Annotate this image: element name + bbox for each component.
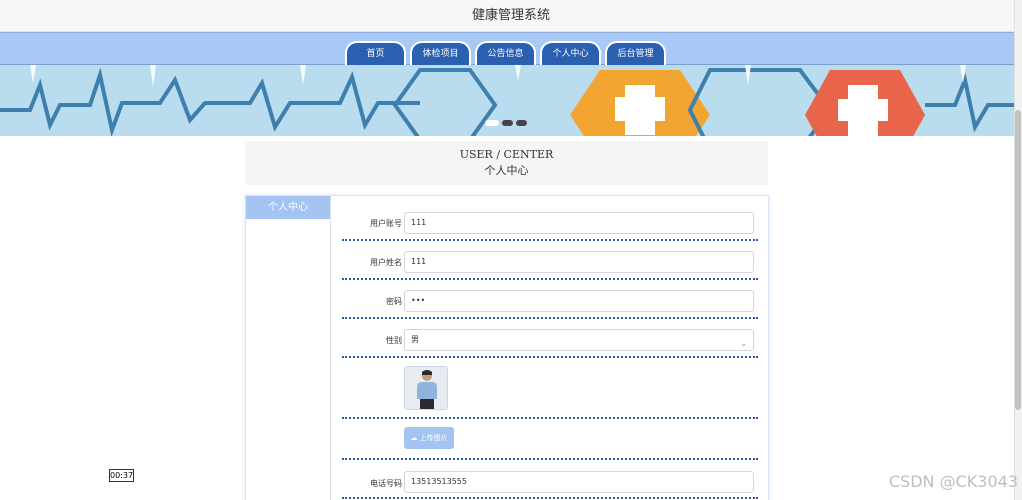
user-center-panel: 个人中心 用户账号 111 用户姓名 111 密码 ••• 性别 男 ⌄ ☁ 上… [245, 195, 769, 500]
user-center-title-en: USER / CENTER [459, 148, 554, 161]
password-input[interactable]: ••• [404, 290, 754, 312]
nav-tab-exam-items[interactable]: 体检项目 [410, 41, 471, 65]
banner-carousel [0, 65, 1022, 136]
nav-tab-user-center[interactable]: 个人中心 [540, 41, 601, 65]
watermark: CSDN @CK3043 [888, 472, 1018, 491]
form-row-account: 用户账号 111 [342, 196, 758, 241]
side-menu: 个人中心 [246, 196, 331, 500]
upload-image-button[interactable]: ☁ 上传图片 [404, 427, 454, 449]
carousel-dot-3[interactable] [516, 120, 527, 126]
page: 健康管理系统 首页 体检项目 公告信息 个人中心 后台管理 USER / CEN… [0, 0, 1022, 500]
main-nav: 首页 体检项目 公告信息 个人中心 后台管理 [0, 32, 1022, 65]
site-title: 健康管理系统 [471, 8, 550, 23]
nav-tab-announcements[interactable]: 公告信息 [475, 41, 536, 65]
carousel-dot-1[interactable] [485, 120, 499, 126]
carousel-dots [485, 120, 527, 126]
form-row-gender: 性别 男 ⌄ [342, 319, 758, 358]
side-menu-item-user-center[interactable]: 个人中心 [246, 196, 330, 219]
phone-label: 电话号码 [370, 479, 402, 488]
gender-selected-value: 男 [411, 335, 419, 344]
form-row-phone: 电话号码 13513513555 [342, 460, 758, 499]
name-input[interactable]: 111 [404, 251, 754, 273]
site-header: 健康管理系统 [0, 0, 1022, 32]
nav-tab-home[interactable]: 首页 [345, 41, 406, 65]
phone-input[interactable]: 13513513555 [404, 471, 754, 493]
scrollbar-thumb[interactable] [1015, 110, 1021, 410]
password-label: 密码 [386, 297, 402, 306]
form-row-name: 用户姓名 111 [342, 241, 758, 280]
form-row-avatar [342, 358, 758, 419]
upload-button-label: 上传图片 [419, 434, 448, 442]
gender-label: 性别 [386, 336, 402, 345]
page-scrollbar[interactable] [1014, 0, 1022, 500]
avatar-image [404, 366, 448, 410]
chevron-down-icon: ⌄ [740, 339, 747, 348]
name-label: 用户姓名 [370, 258, 402, 267]
user-center-title-cn: 个人中心 [484, 164, 529, 177]
account-input[interactable]: 111 [404, 212, 754, 234]
gender-select[interactable]: 男 ⌄ [404, 329, 754, 351]
nav-tab-admin[interactable]: 后台管理 [605, 41, 666, 65]
form-row-password: 密码 ••• [342, 280, 758, 319]
carousel-dot-2[interactable] [502, 120, 513, 126]
timer-badge: 00:37 [109, 469, 134, 482]
nav-tabs: 首页 体检项目 公告信息 个人中心 后台管理 [345, 41, 666, 65]
account-label: 用户账号 [370, 219, 402, 228]
cloud-upload-icon: ☁ [410, 434, 418, 442]
form-row-upload: ☁ 上传图片 [342, 419, 758, 460]
user-center-heading: USER / CENTER 个人中心 [245, 141, 768, 185]
